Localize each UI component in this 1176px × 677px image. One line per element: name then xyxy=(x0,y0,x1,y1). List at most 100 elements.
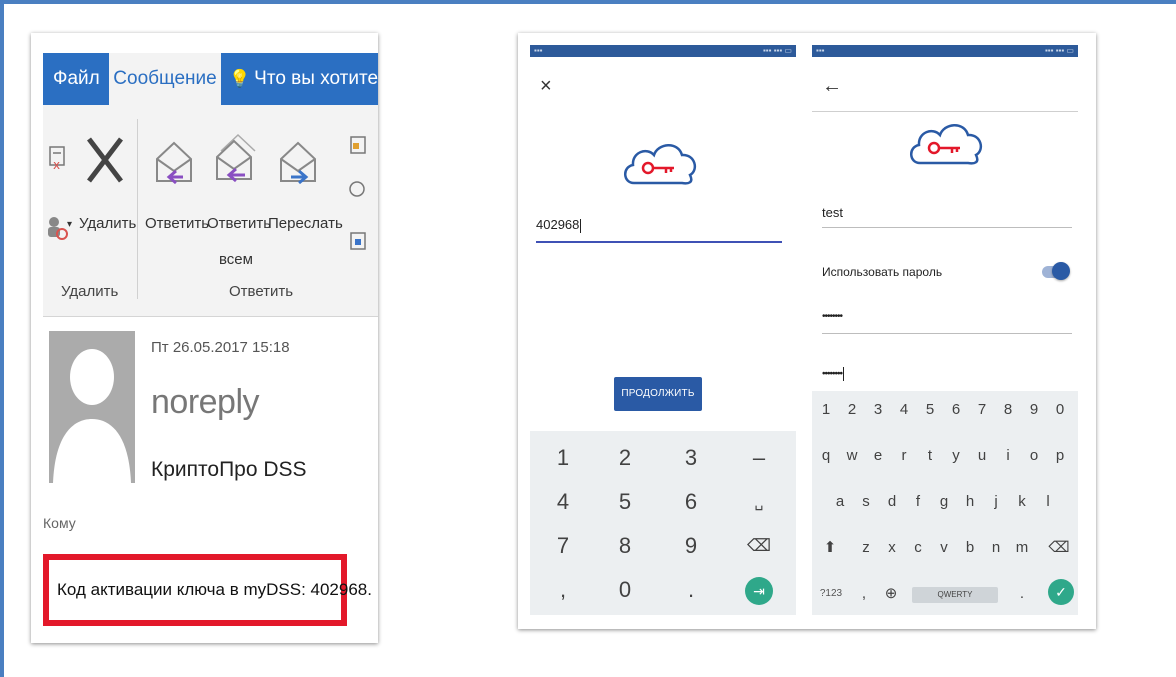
key-5[interactable]: 5 xyxy=(918,393,942,427)
tell-me-text: Что вы хотите сдел xyxy=(254,68,378,89)
login-input[interactable]: test xyxy=(822,205,843,220)
sender-name: noreply xyxy=(151,383,260,421)
reply-all-button-label-1[interactable]: Ответить xyxy=(207,215,271,232)
junk-dropdown-icon[interactable]: ▾ xyxy=(67,219,72,230)
phone-screens: ▪▪▪ ▪▪▪ ▪▪▪ ▭ × 402968 ПРОДОЛЖИТЬ 1 2 3 … xyxy=(518,33,1096,629)
key-p[interactable]: p xyxy=(1048,439,1072,473)
key-9[interactable]: 9 xyxy=(658,523,724,569)
symbols-key[interactable]: ?123 xyxy=(814,577,848,611)
globe-icon[interactable]: ⊕ xyxy=(878,577,904,611)
enter-check-icon[interactable]: ✓ xyxy=(1048,579,1074,605)
key-g[interactable]: g xyxy=(932,485,956,519)
key-o[interactable]: o xyxy=(1022,439,1046,473)
key-s[interactable]: s xyxy=(854,485,878,519)
key-q[interactable]: q xyxy=(814,439,838,473)
shift-icon[interactable]: ⬆ xyxy=(816,531,844,565)
sender-organization: КриптоПро DSS xyxy=(151,458,307,481)
key-7[interactable]: 7 xyxy=(530,523,596,569)
key-6[interactable]: 6 xyxy=(944,393,968,427)
backspace-icon[interactable]: ⌫ xyxy=(1044,531,1074,565)
key-0[interactable]: 0 xyxy=(1048,393,1072,427)
key-e[interactable]: e xyxy=(866,439,890,473)
continue-button[interactable]: ПРОДОЛЖИТЬ xyxy=(614,377,702,411)
password-confirm-input[interactable]: •••••••• xyxy=(822,367,845,381)
key-d[interactable]: d xyxy=(880,485,904,519)
key-n[interactable]: n xyxy=(984,531,1008,565)
key-f[interactable]: f xyxy=(906,485,930,519)
key-v[interactable]: v xyxy=(932,531,956,565)
person-silhouette-icon xyxy=(53,349,131,483)
key-l[interactable]: l xyxy=(1036,485,1060,519)
next-key[interactable]: ⇥ xyxy=(726,567,792,613)
key-1[interactable]: 1 xyxy=(530,435,596,481)
key-a[interactable]: a xyxy=(828,485,852,519)
junk-icon[interactable] xyxy=(45,215,69,241)
key-comma[interactable]: , xyxy=(854,577,874,611)
key-period[interactable]: . xyxy=(1010,577,1034,611)
key-j[interactable]: j xyxy=(984,485,1008,519)
key-8[interactable]: 8 xyxy=(592,523,658,569)
key-3[interactable]: 3 xyxy=(658,435,724,481)
key-b[interactable]: b xyxy=(958,531,982,565)
activation-code-highlight: Код активации ключа в myDSS: 402968. xyxy=(43,554,372,626)
reply-button-label[interactable]: Ответить xyxy=(145,215,209,232)
reply-all-button-label-2[interactable]: всем xyxy=(219,251,253,268)
forward-icon[interactable] xyxy=(277,137,319,191)
delete-x-icon[interactable] xyxy=(83,133,127,187)
key-3[interactable]: 3 xyxy=(866,393,890,427)
key-5[interactable]: 5 xyxy=(592,479,658,525)
forward-button-label[interactable]: Переслать xyxy=(268,215,343,232)
password-underline xyxy=(822,333,1072,334)
message-date: Пт 26.05.2017 15:18 xyxy=(151,339,290,356)
tab-file[interactable]: Файл xyxy=(53,53,100,105)
key-period[interactable]: . xyxy=(658,567,724,613)
avatar xyxy=(49,331,135,483)
key-2[interactable]: 2 xyxy=(840,393,864,427)
tell-me-search[interactable]: 💡Что вы хотите сдел xyxy=(229,53,378,105)
delete-button-label[interactable]: Удалить xyxy=(79,215,136,232)
numeric-keypad: 1 2 3 – 4 5 6 ␣ 7 8 9 ⌫ , 0 . ⇥ xyxy=(530,431,796,615)
key-r[interactable]: r xyxy=(892,439,916,473)
status-bar: ▪▪▪ ▪▪▪ ▪▪▪ ▭ xyxy=(812,45,1078,57)
key-9[interactable]: 9 xyxy=(1022,393,1046,427)
key-7[interactable]: 7 xyxy=(970,393,994,427)
key-8[interactable]: 8 xyxy=(996,393,1020,427)
tab-message[interactable]: Сообщение xyxy=(109,53,221,105)
key-i[interactable]: i xyxy=(996,439,1020,473)
key-x[interactable]: x xyxy=(880,531,904,565)
backspace-icon[interactable]: ⌫ xyxy=(726,523,792,569)
key-u[interactable]: u xyxy=(970,439,994,473)
key-y[interactable]: y xyxy=(944,439,968,473)
key-h[interactable]: h xyxy=(958,485,982,519)
use-password-toggle-knob[interactable] xyxy=(1052,262,1070,280)
ribbon-body: x ▾ Удалить Ответить Ответить всем Перес… xyxy=(43,105,378,317)
key-t[interactable]: t xyxy=(918,439,942,473)
reply-all-icon[interactable] xyxy=(213,131,257,191)
key-0[interactable]: 0 xyxy=(592,567,658,613)
ignore-icon[interactable]: x xyxy=(47,143,69,173)
key-2[interactable]: 2 xyxy=(592,435,658,481)
key-space[interactable]: ␣ xyxy=(726,479,792,525)
close-icon[interactable]: × xyxy=(540,75,552,98)
toolbar-divider xyxy=(812,111,1078,112)
key-comma[interactable]: , xyxy=(530,567,596,613)
key-minus[interactable]: – xyxy=(726,435,792,481)
key-6[interactable]: 6 xyxy=(658,479,724,525)
back-arrow-icon[interactable]: ← xyxy=(822,75,842,98)
activation-code-input[interactable]: 402968 xyxy=(536,217,582,233)
svg-text:x: x xyxy=(53,158,60,172)
space-key[interactable]: QWERTY xyxy=(912,587,998,603)
key-z[interactable]: z xyxy=(854,531,878,565)
reply-icon[interactable] xyxy=(153,137,195,191)
group-label-delete: Удалить xyxy=(61,283,119,300)
password-input[interactable]: •••••••• xyxy=(822,311,843,322)
key-4[interactable]: 4 xyxy=(892,393,916,427)
key-1[interactable]: 1 xyxy=(814,393,838,427)
key-w[interactable]: w xyxy=(840,439,864,473)
more-respond-icons[interactable] xyxy=(347,135,371,265)
key-c[interactable]: c xyxy=(906,531,930,565)
key-m[interactable]: m xyxy=(1010,531,1034,565)
key-k[interactable]: k xyxy=(1010,485,1034,519)
login-underline xyxy=(822,227,1072,228)
key-4[interactable]: 4 xyxy=(530,479,596,525)
